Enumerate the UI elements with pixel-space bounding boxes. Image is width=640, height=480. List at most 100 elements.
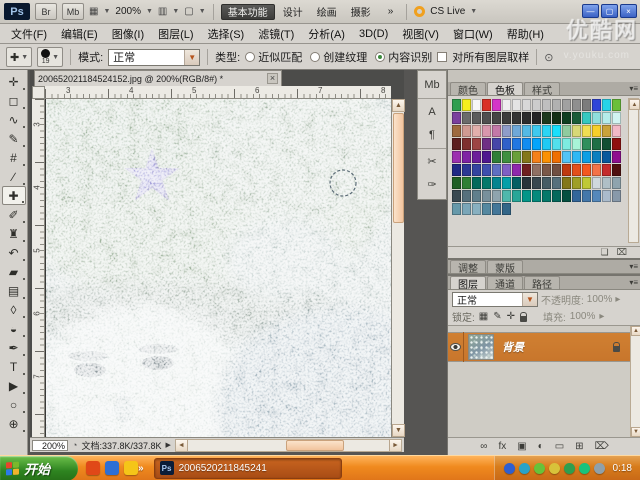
color-swatch[interactable] bbox=[592, 112, 601, 124]
color-swatch[interactable] bbox=[542, 112, 551, 124]
horizontal-scroll-thumb[interactable] bbox=[285, 439, 344, 451]
color-swatch[interactable] bbox=[452, 112, 461, 124]
marquee-tool[interactable]: ◻ bbox=[2, 91, 26, 110]
history-brush-tool[interactable]: ↶ bbox=[2, 243, 26, 262]
status-zoom-field[interactable]: 200% bbox=[32, 439, 68, 451]
ruler-origin-box[interactable] bbox=[32, 86, 45, 99]
color-swatch[interactable] bbox=[562, 164, 571, 176]
color-swatch[interactable] bbox=[462, 190, 471, 202]
scroll-up-icon[interactable]: ▲ bbox=[629, 99, 640, 110]
color-swatch[interactable] bbox=[562, 151, 571, 163]
delete-layer-button[interactable]: ⌦ bbox=[595, 441, 609, 452]
workspace-button-1[interactable]: 设计 bbox=[277, 4, 309, 20]
color-swatch[interactable] bbox=[462, 164, 471, 176]
color-swatch[interactable] bbox=[562, 190, 571, 202]
lock-all-icon[interactable] bbox=[520, 311, 528, 322]
color-swatch[interactable] bbox=[452, 190, 461, 202]
lock-image-pixels-icon[interactable]: ✎ bbox=[493, 311, 501, 322]
zoom-level-field[interactable]: 200% bbox=[115, 6, 141, 17]
color-group-tab-0[interactable]: 颜色 bbox=[450, 82, 486, 97]
color-group-tab-1[interactable]: 色板 bbox=[487, 82, 523, 97]
bridge-button[interactable]: Br bbox=[35, 3, 57, 20]
color-swatch[interactable] bbox=[492, 203, 501, 215]
pen-tool[interactable]: ✒ bbox=[2, 338, 26, 357]
color-swatch[interactable] bbox=[552, 177, 561, 189]
status-popup-button[interactable]: ▶ bbox=[166, 441, 171, 449]
color-swatch[interactable] bbox=[572, 112, 581, 124]
current-tool-chip[interactable]: ✚ ▼ bbox=[6, 47, 33, 67]
mini-bridge-button[interactable]: Mb bbox=[62, 3, 84, 20]
color-swatch[interactable] bbox=[532, 112, 541, 124]
color-swatch[interactable] bbox=[522, 125, 531, 137]
color-swatch[interactable] bbox=[472, 99, 481, 111]
color-swatch[interactable] bbox=[482, 138, 491, 150]
close-button[interactable]: × bbox=[620, 4, 637, 18]
menu-item-8[interactable]: 视图(V) bbox=[395, 26, 446, 42]
color-swatch[interactable] bbox=[512, 190, 521, 202]
cs-live-button[interactable]: CS Live bbox=[430, 6, 465, 17]
shape-tool[interactable]: ○ bbox=[2, 395, 26, 414]
color-swatch[interactable] bbox=[512, 177, 521, 189]
color-swatch[interactable] bbox=[532, 190, 541, 202]
view-extras-caret[interactable]: ▼ bbox=[103, 8, 110, 15]
color-swatch[interactable] bbox=[522, 151, 531, 163]
zoom-caret[interactable]: ▼ bbox=[146, 8, 153, 15]
color-swatch[interactable] bbox=[542, 125, 551, 137]
color-swatch[interactable] bbox=[602, 177, 611, 189]
color-swatch[interactable] bbox=[472, 151, 481, 163]
document-tab[interactable]: 200652021184524152.jpg @ 200%(RGB/8#) * … bbox=[34, 70, 282, 86]
clone-stamp-tool[interactable]: ♜ bbox=[2, 224, 26, 243]
color-swatch[interactable] bbox=[582, 112, 591, 124]
color-swatch[interactable] bbox=[592, 138, 601, 150]
color-swatch[interactable] bbox=[512, 125, 521, 137]
color-swatch[interactable] bbox=[532, 151, 541, 163]
color-swatch[interactable] bbox=[502, 125, 511, 137]
color-swatch[interactable] bbox=[482, 203, 491, 215]
color-swatch[interactable] bbox=[502, 164, 511, 176]
menu-item-5[interactable]: 滤镜(T) bbox=[251, 26, 301, 42]
color-swatch[interactable] bbox=[582, 125, 591, 137]
color-swatch[interactable] bbox=[552, 99, 561, 111]
add-layer-mask-button[interactable]: ▣ bbox=[517, 441, 526, 452]
type-radio-2[interactable]: 内容识别 bbox=[375, 49, 432, 65]
canvas-area[interactable] bbox=[0, 29, 476, 480]
delete-swatch-button[interactable]: ⌧ bbox=[617, 248, 627, 257]
color-swatch[interactable] bbox=[472, 190, 481, 202]
crop-tool[interactable]: # bbox=[2, 148, 26, 167]
new-swatch-button[interactable]: ❏ bbox=[601, 248, 609, 257]
vertical-scrollbar[interactable]: ▲ ▼ bbox=[391, 99, 405, 437]
color-swatch[interactable] bbox=[452, 138, 461, 150]
color-swatch[interactable] bbox=[532, 99, 541, 111]
workspace-overflow-button[interactable]: » bbox=[382, 4, 400, 20]
cs-live-caret[interactable]: ▼ bbox=[470, 8, 477, 15]
color-swatch[interactable] bbox=[512, 112, 521, 124]
color-swatch[interactable] bbox=[602, 190, 611, 202]
gradient-tool[interactable]: ▤ bbox=[2, 281, 26, 300]
color-swatch[interactable] bbox=[592, 190, 601, 202]
color-swatch[interactable] bbox=[482, 190, 491, 202]
color-swatch[interactable] bbox=[592, 125, 601, 137]
opacity-slider-icon[interactable]: ▸ bbox=[615, 294, 620, 305]
color-swatch[interactable] bbox=[582, 164, 591, 176]
color-swatch[interactable] bbox=[602, 112, 611, 124]
swatches-scrollbar[interactable]: ▲ bbox=[628, 98, 640, 243]
color-swatch[interactable] bbox=[482, 125, 491, 137]
layer-style-button[interactable]: fx bbox=[498, 441, 506, 452]
workspace-button-2[interactable]: 绘画 bbox=[311, 4, 343, 20]
lock-transparent-pixels-icon[interactable]: ▦ bbox=[479, 311, 488, 322]
scroll-down-icon[interactable]: ▼ bbox=[631, 427, 640, 437]
layer-row-background[interactable]: 背景 bbox=[448, 332, 630, 362]
color-swatch[interactable] bbox=[612, 138, 621, 150]
color-group-tab-2[interactable]: 样式 bbox=[524, 82, 560, 97]
layers-group-tab-1[interactable]: 通道 bbox=[487, 276, 523, 291]
menu-item-9[interactable]: 窗口(W) bbox=[446, 26, 500, 42]
color-swatch[interactable] bbox=[602, 151, 611, 163]
brush-preset-picker[interactable]: 19 ▼ bbox=[37, 47, 64, 67]
color-swatch[interactable] bbox=[472, 203, 481, 215]
color-swatch[interactable] bbox=[582, 190, 591, 202]
color-swatch[interactable] bbox=[552, 125, 561, 137]
color-swatch[interactable] bbox=[502, 190, 511, 202]
color-swatch[interactable] bbox=[542, 177, 551, 189]
sample-all-layers-checkbox[interactable] bbox=[437, 52, 448, 62]
color-swatch[interactable] bbox=[532, 125, 541, 137]
